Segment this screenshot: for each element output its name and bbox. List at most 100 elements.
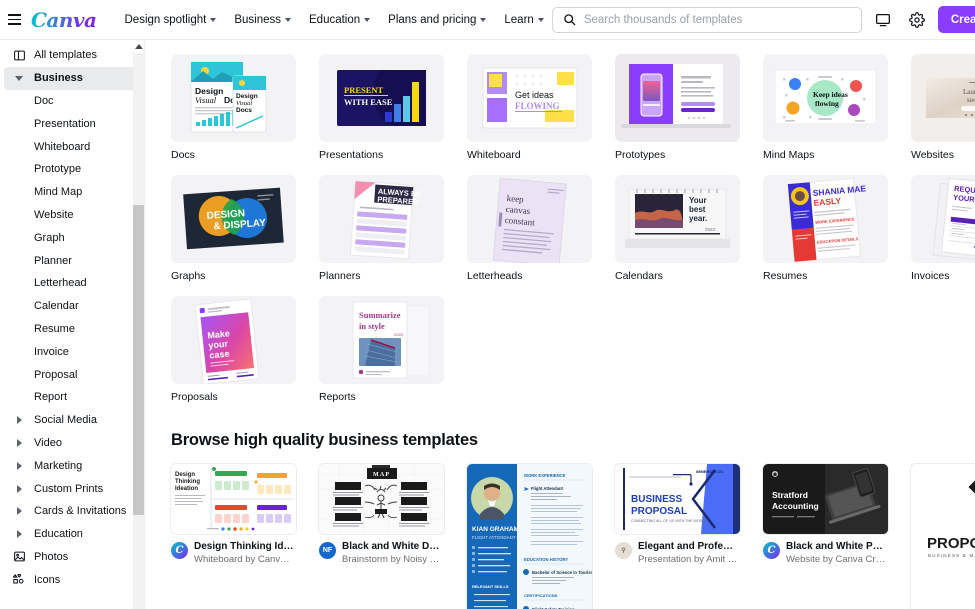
template-card[interactable]: Stratford Accounting C Black and White Ph… [763,464,888,609]
category-card-prototypes[interactable]: Prototypes [615,54,740,161]
nav-item-business[interactable]: Business [226,8,299,32]
sidebar-item-label: Whiteboard [34,140,91,153]
sidebar-item-invoice[interactable]: Invoice [4,340,140,363]
category-card-resumes[interactable]: SHANIA MAE EASLY WORK EXPERIENCE EDUCATI… [763,175,888,282]
monitor-icon[interactable] [870,7,896,33]
category-label: Mind Maps [763,149,815,161]
scrollbar-thumb[interactable] [133,205,144,515]
category-card-planners[interactable]: ALWAYS BE PREPARED Planners [319,175,444,282]
sidebar-item-presentation[interactable]: Presentation [4,112,140,135]
sidebar-item-label: Business [34,72,83,85]
gear-icon[interactable] [904,7,930,33]
chevron-right-icon[interactable] [4,484,34,493]
avatar[interactable]: C [171,542,188,559]
sidebar-item-photos[interactable]: Photos [4,546,140,569]
svg-text:soon: soon [967,96,975,104]
template-thumbnail[interactable]: M A P [319,464,444,534]
category-card-whiteboard[interactable]: Get ideas FLOWING Whiteboard [467,54,592,161]
sidebar-item-report[interactable]: Report [4,386,140,409]
sidebar-item-all-templates[interactable]: All templates [4,44,140,67]
category-card-graphs[interactable]: DESIGN & DISPLAY Graphs [171,175,296,282]
template-thumbnail[interactable]: PROPOSAL BUSINESS & MARKETING Prepared F… [911,464,975,609]
svg-text:RELEVANT SKILLS: RELEVANT SKILLS [472,584,509,589]
svg-text:Design: Design [175,472,195,478]
chevron-down-icon[interactable] [4,75,34,81]
scroll-up-button[interactable] [133,40,144,53]
avatar[interactable]: ⚲ [615,542,632,559]
nav-item-learn[interactable]: Learn [496,8,551,32]
nav-label: Design spotlight [124,13,207,26]
sidebar-item-marketing[interactable]: Marketing [4,454,140,477]
template-subtitle: Presentation by Amit Debn... [638,554,738,565]
template-title: Elegant and Professio... [638,541,738,552]
nav-item-education[interactable]: Education [301,8,378,32]
sidebar-item-label: Presentation [34,117,96,130]
category-card-docs[interactable]: Design Visual Docs Design Visual Docs Do… [171,54,296,161]
sidebar-item-education[interactable]: Education [4,523,140,546]
chevron-right-icon[interactable] [4,438,34,447]
template-card[interactable]: KIAN GRAHAM FLIGHT ATTENDANT RELEVANT SK… [467,464,592,609]
sidebar-item-graph[interactable]: Graph [4,226,140,249]
category-card-mind-maps[interactable]: Keep ideas flowing Mind Maps [763,54,888,161]
sidebar-item-planner[interactable]: Planner [4,249,140,272]
category-card-invoices[interactable]: REQUEST YOUR FEE Invoices [911,175,975,282]
chevron-right-icon[interactable] [4,530,34,539]
category-label: Websites [911,149,954,161]
chevron-right-icon[interactable] [4,461,34,470]
templates-icon [4,49,34,62]
category-card-letterheads[interactable]: keep canvas constant Letterheads [467,175,592,282]
nav-item-design-spotlight[interactable]: Design spotlight [117,8,225,32]
sidebar-item-icons[interactable]: Icons [4,568,140,591]
template-thumbnail[interactable]: KIAN GRAHAM FLIGHT ATTENDANT RELEVANT SK… [467,464,592,609]
category-card-reports[interactable]: Summarize in style 2023 Reports [319,296,444,403]
category-thumbnail: Your best year. 2023 [615,175,740,263]
nav-item-plans-and-pricing[interactable]: Plans and pricing [380,8,494,32]
avatar[interactable]: NF [319,542,336,559]
sidebar-item-resume[interactable]: Resume [4,318,140,341]
sidebar-item-mind-map[interactable]: Mind Map [4,181,140,204]
template-meta: NF Black and White Doodl... Brainstorm by … [319,541,444,565]
template-card[interactable]: Design Thinking Ideation C Design Thinkin… [171,464,296,609]
sidebar-item-cards-invitations[interactable]: Cards & Invitations [4,500,140,523]
canva-logo[interactable]: Canva [31,8,101,32]
category-card-proposals[interactable]: Make your case Proposals [171,296,296,403]
chevron-right-icon[interactable] [4,507,34,516]
sidebar-item-business[interactable]: Business [4,66,140,90]
sidebar-item-calendar[interactable]: Calendar [4,295,140,318]
template-row-1: Design Thinking Ideation C Design Thinkin… [171,464,975,609]
template-card[interactable]: IMMERSIO.CO BUSINESS PROPOSAL CONNECTING… [615,464,740,609]
sidebar-item-label: Social Media [34,414,97,427]
category-thumbnail: Summarize in style 2023 [319,296,444,384]
template-thumbnail[interactable]: IMMERSIO.CO BUSINESS PROPOSAL CONNECTING… [615,464,740,534]
sidebar-item-whiteboard[interactable]: Whiteboard [4,135,140,158]
hamburger-icon[interactable] [8,7,21,33]
template-thumbnail[interactable]: Stratford Accounting [763,464,888,534]
page-body: All templates Business Doc Presentation Whit… [0,40,975,609]
svg-text:Launching: Launching [963,88,975,96]
sidebar-item-website[interactable]: Website [4,204,140,227]
chevron-right-icon[interactable] [4,416,34,425]
category-card-presentations[interactable]: PRESENT WITH EASE Presentations [319,54,444,161]
category-card-websites[interactable]: Launching soon Websites [911,54,975,161]
sidebar-item-prototype[interactable]: Prototype [4,158,140,181]
template-card[interactable]: M A P NF Black and White Doodl... Brainsto… [319,464,444,609]
sidebar-item-label: Prototype [34,163,82,176]
sidebar-item-doc[interactable]: Doc [4,90,140,113]
search-box[interactable] [551,6,862,33]
sidebar-item-label: Cards & Invitations [34,505,127,518]
sidebar-item-label: Planner [34,254,72,267]
sidebar-scrollbar[interactable] [133,40,144,609]
create-a-design-button[interactable]: Create a design [937,6,975,33]
category-card-calendars[interactable]: Your best year. 2023 Calendars [615,175,740,282]
search-input[interactable] [583,13,851,26]
sidebar-item-custom-prints[interactable]: Custom Prints [4,477,140,500]
template-thumbnail[interactable]: Design Thinking Ideation [171,464,296,534]
sidebar-item-proposal[interactable]: Proposal [4,363,140,386]
template-card[interactable]: PROPOSAL BUSINESS & MARKETING Prepared F… [911,464,975,609]
avatar[interactable]: C [763,542,780,559]
sidebar-item-letterhead[interactable]: Letterhead [4,272,140,295]
category-label: Proposals [171,391,218,403]
sidebar-item-social-media[interactable]: Social Media [4,409,140,432]
svg-text:2023: 2023 [394,332,404,337]
sidebar-item-video[interactable]: Video [4,432,140,455]
